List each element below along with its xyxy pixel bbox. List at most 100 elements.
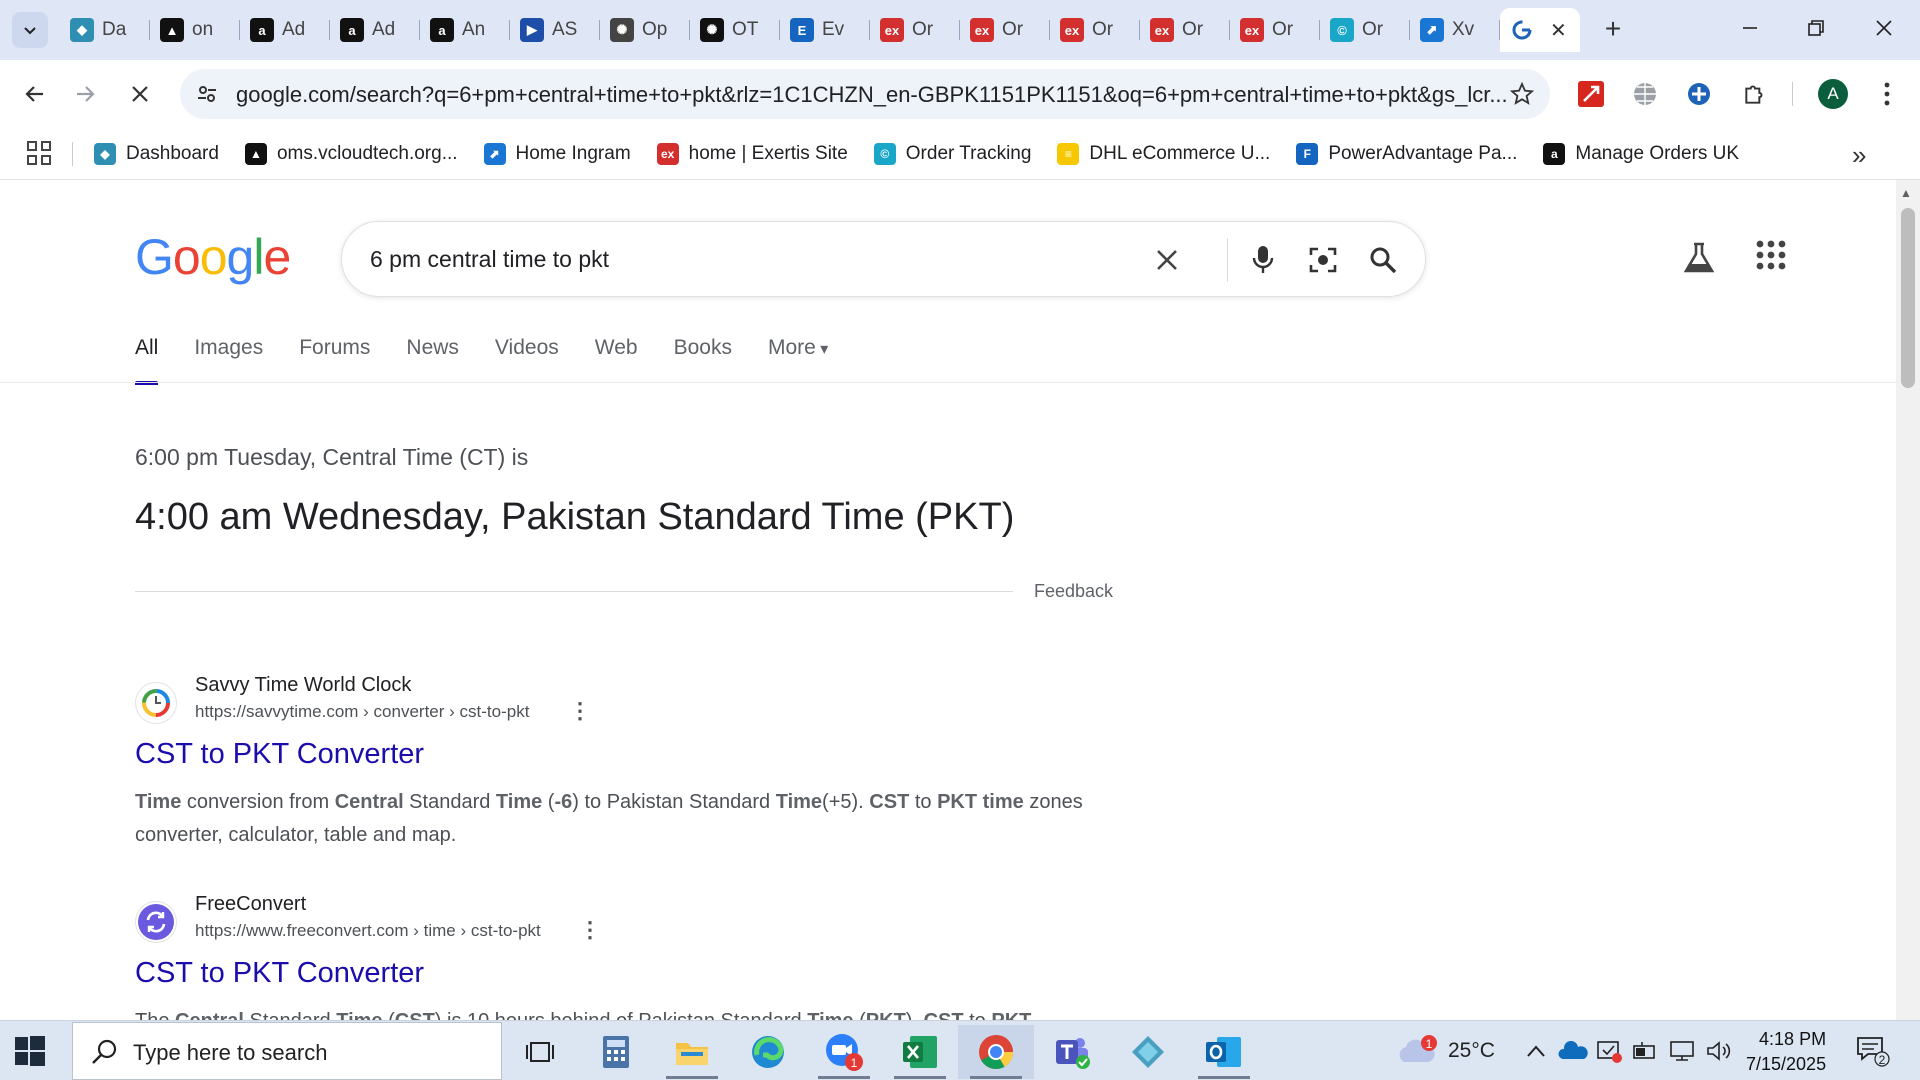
bookmark-item[interactable]: ▲ oms.vcloudtech.org... — [244, 143, 458, 165]
browser-tab[interactable]: ▶ AS — [510, 8, 600, 52]
result-url[interactable]: https://www.freeconvert.com › time › cst… — [195, 921, 541, 941]
close-window-button[interactable] — [1854, 6, 1914, 50]
result-options-button[interactable]: ⋮ — [569, 700, 591, 722]
tab-title: Xv — [1452, 19, 1475, 40]
pdf-extension-button[interactable] — [1576, 79, 1606, 109]
feedback-link[interactable]: Feedback — [1034, 581, 1113, 602]
browser-tab-active[interactable]: ✕ — [1500, 8, 1580, 52]
app-diamond[interactable] — [1110, 1025, 1186, 1079]
search-tab-books[interactable]: Books — [674, 336, 732, 382]
notification-center-button[interactable]: 2 — [1856, 1035, 1890, 1067]
browser-tab[interactable]: a Ad — [240, 8, 330, 52]
browser-tab[interactable]: ex Or — [960, 8, 1050, 52]
search-query[interactable]: 6 pm central time to pkt — [370, 246, 609, 273]
result-title-link[interactable]: CST to PKT Converter — [135, 957, 424, 990]
tab-title: Or — [1362, 19, 1384, 40]
result-site-name[interactable]: FreeConvert — [195, 893, 306, 916]
tray-overflow-button[interactable] — [1526, 1021, 1546, 1080]
profile-avatar[interactable]: A — [1818, 79, 1848, 109]
apps-grid-icon[interactable] — [26, 140, 52, 166]
browser-tab[interactable]: ✺ Op — [600, 8, 690, 52]
new-tab-button[interactable]: + — [1596, 12, 1630, 46]
bookmark-item[interactable]: ≡ DHL eCommerce U... — [1057, 143, 1270, 165]
browser-tab[interactable]: E Ev — [780, 8, 870, 52]
clear-search-button[interactable] — [1148, 241, 1186, 279]
browser-tab[interactable]: ◆ Da — [60, 8, 150, 52]
bookmarks-overflow-button[interactable]: » — [1852, 140, 1866, 171]
search-tab-more[interactable]: More ▾ — [768, 336, 828, 382]
task-view-button[interactable] — [502, 1025, 578, 1079]
back-button[interactable] — [14, 74, 54, 114]
freeconvert-favicon[interactable] — [135, 901, 177, 943]
google-logo[interactable]: Google — [135, 228, 291, 286]
image-search-button[interactable] — [1304, 241, 1342, 279]
browser-tab[interactable]: a An — [420, 8, 510, 52]
voice-search-button[interactable] — [1244, 241, 1282, 279]
search-tab-news[interactable]: News — [406, 336, 459, 382]
tab-favicon-icon: ex — [970, 18, 994, 42]
volume-tray[interactable] — [1706, 1021, 1734, 1080]
browser-menu-button[interactable] — [1872, 79, 1902, 109]
chrome-app[interactable] — [958, 1025, 1034, 1079]
search-tab-images[interactable]: Images — [194, 336, 263, 382]
bookmark-item[interactable]: © Order Tracking — [873, 143, 1031, 165]
teams-app[interactable] — [1034, 1025, 1110, 1079]
browser-tab[interactable]: a Ad — [330, 8, 420, 52]
scrollbar-thumb[interactable] — [1901, 208, 1915, 388]
savvytime-favicon[interactable] — [135, 682, 177, 724]
result-url[interactable]: https://savvytime.com › converter › cst-… — [195, 702, 529, 722]
outlook-app[interactable] — [1186, 1025, 1262, 1079]
address-bar[interactable]: google.com/search?q=6+pm+central+time+to… — [180, 69, 1550, 119]
browser-tab[interactable]: ex Or — [1050, 8, 1140, 52]
result-site-name[interactable]: Savvy Time World Clock — [195, 674, 411, 697]
browser-tab[interactable]: © Or — [1320, 8, 1410, 52]
edge-app[interactable] — [730, 1025, 806, 1079]
search-box[interactable]: 6 pm central time to pkt — [341, 221, 1426, 297]
close-tab-button[interactable]: ✕ — [1550, 18, 1567, 43]
result-options-button[interactable]: ⋮ — [579, 919, 601, 941]
search-submit-button[interactable] — [1364, 241, 1402, 279]
onedrive-tray[interactable] — [1558, 1021, 1588, 1080]
search-tab-videos[interactable]: Videos — [495, 336, 559, 382]
weather-widget[interactable]: 1 25°C — [1396, 1021, 1495, 1080]
browser-tab[interactable]: ex Or — [1230, 8, 1320, 52]
taskbar-clock[interactable]: 4:18 PM 7/15/2025 — [1746, 1027, 1826, 1077]
windows-start-icon[interactable] — [14, 1035, 46, 1067]
minimize-button[interactable] — [1720, 6, 1780, 50]
scroll-up-arrow-icon[interactable]: ▲ — [1900, 186, 1912, 200]
stop-loading-button[interactable] — [120, 74, 160, 114]
search-tab-forums[interactable]: Forums — [299, 336, 370, 382]
bookmark-item[interactable]: ⬈ Home Ingram — [483, 143, 631, 165]
bookmark-star-button[interactable] — [1508, 80, 1536, 108]
bookmark-item[interactable]: ex home | Exertis Site — [656, 143, 848, 165]
excel-app[interactable] — [882, 1025, 958, 1079]
battery-tray[interactable] — [1632, 1021, 1658, 1080]
zoom-app[interactable]: 1 — [806, 1025, 882, 1079]
extension-button[interactable] — [1684, 79, 1714, 109]
browser-tab[interactable]: ▲ on — [150, 8, 240, 52]
restore-button[interactable] — [1786, 6, 1846, 50]
browser-tab[interactable]: ex Or — [1140, 8, 1230, 52]
search-tab-all[interactable]: All — [135, 336, 159, 385]
site-info-icon[interactable] — [194, 81, 220, 107]
browser-tab[interactable]: ⬈ Xv — [1410, 8, 1500, 52]
browser-tab[interactable]: ✺ OT — [690, 8, 780, 52]
bookmark-item[interactable]: ◆ Dashboard — [94, 143, 219, 165]
security-tray[interactable] — [1596, 1021, 1622, 1080]
bookmark-item[interactable]: a Manage Orders UK — [1543, 143, 1739, 165]
network-tray[interactable] — [1668, 1021, 1696, 1080]
google-apps-icon[interactable] — [1756, 240, 1786, 270]
extensions-menu-button[interactable] — [1740, 79, 1770, 109]
tab-search-button[interactable] — [12, 12, 48, 48]
search-labs-icon[interactable] — [1681, 240, 1717, 276]
forward-button[interactable] — [66, 74, 106, 114]
browser-tab[interactable]: ex Or — [870, 8, 960, 52]
result-title-link[interactable]: CST to PKT Converter — [135, 738, 424, 771]
page-scrollbar[interactable]: ▲ — [1896, 180, 1920, 1020]
taskbar-search-box[interactable]: Type here to search — [72, 1022, 502, 1080]
bookmark-item[interactable]: F PowerAdvantage Pa... — [1296, 143, 1517, 165]
globe-extension-button[interactable] — [1630, 79, 1660, 109]
search-tab-web[interactable]: Web — [595, 336, 638, 382]
calculator-app[interactable] — [578, 1025, 654, 1079]
file-explorer-app[interactable] — [654, 1025, 730, 1079]
